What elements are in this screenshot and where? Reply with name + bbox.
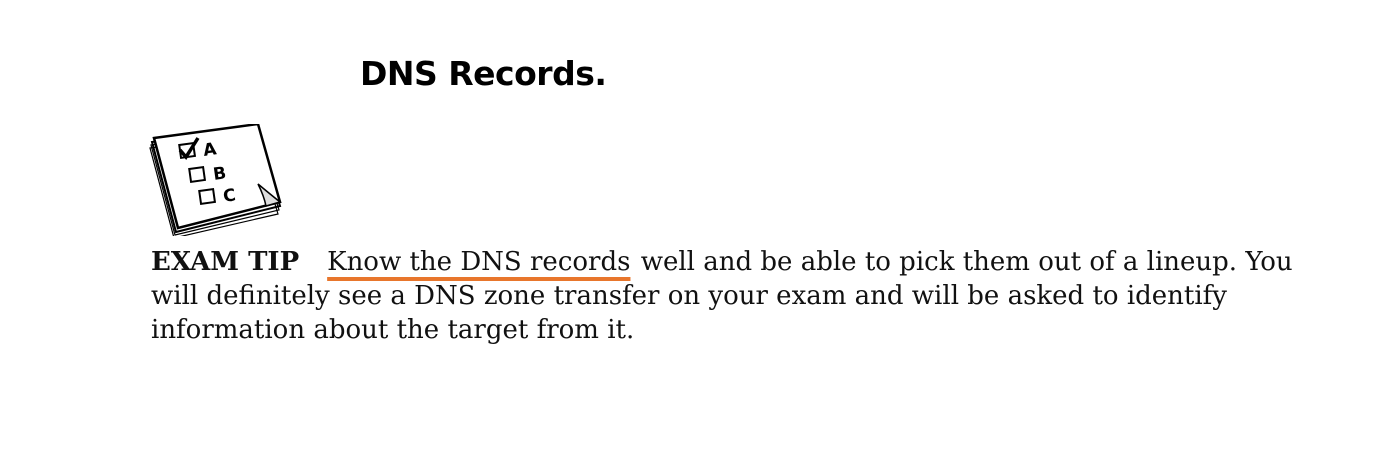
exam-checklist-icon: A B C [149, 124, 282, 236]
exam-tip-label: EXAM TIP [151, 247, 300, 277]
exam-tip-body: well and be able to pick them out of a l… [151, 247, 1293, 345]
page-title: DNS Records. [360, 54, 607, 93]
option-b-label: B [212, 163, 228, 185]
highlighted-phrase: Know the DNS records [327, 247, 631, 277]
exam-tip-paragraph: EXAM TIP Know the DNS records well and be… [151, 245, 1311, 347]
